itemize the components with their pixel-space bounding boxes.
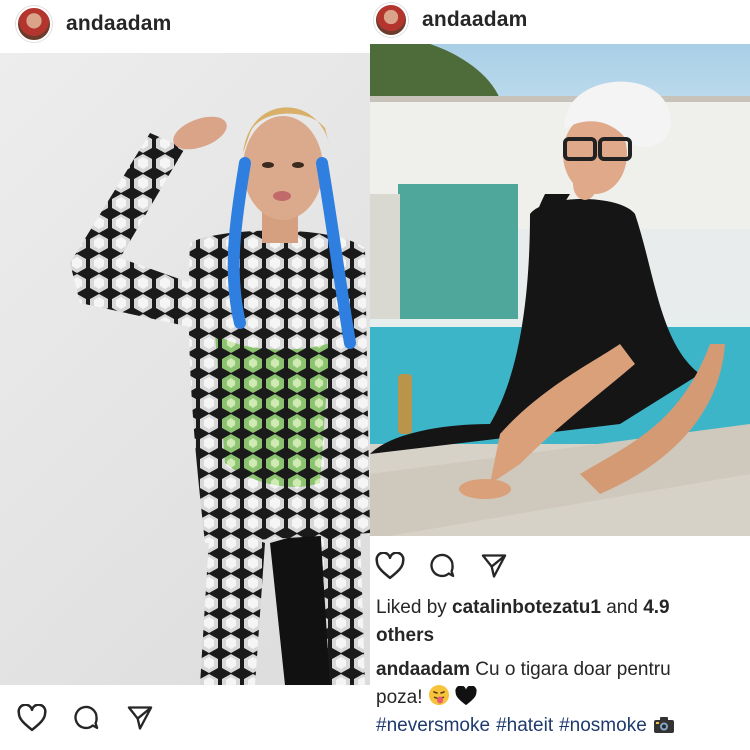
heart-outline-icon[interactable]: [16, 702, 48, 734]
username[interactable]: andaadam: [422, 8, 527, 32]
likes-suffix[interactable]: others: [376, 625, 434, 646]
avatar[interactable]: [374, 3, 408, 37]
comment-icon[interactable]: [70, 702, 102, 734]
post-caption: andaadam Cu o tigara doar pentru poza!: [376, 656, 750, 715]
likes-prefix: Liked by: [376, 597, 453, 618]
hashtags: #neversmoke #hateit #nosmoke: [376, 715, 750, 740]
post-photo[interactable]: [0, 53, 370, 685]
hashtag-link[interactable]: #hateit: [496, 715, 553, 736]
tongue-out-emoji-icon: [428, 684, 450, 715]
share-paper-plane-icon[interactable]: [124, 702, 156, 734]
caption-text-line1: Cu o tigara doar pentru: [469, 659, 671, 680]
username[interactable]: andaadam: [66, 12, 171, 36]
likes-middle: and: [600, 597, 644, 618]
photo-illustration-sequin-bodysuit: [70, 107, 370, 685]
black-heart-emoji-icon: [455, 685, 477, 715]
likes-count[interactable]: 4.9: [643, 597, 669, 618]
share-paper-plane-icon[interactable]: [478, 550, 510, 582]
photo-illustration-poolside: [370, 44, 750, 536]
avatar[interactable]: [16, 6, 52, 42]
comment-icon[interactable]: [426, 550, 458, 582]
post-photo[interactable]: [370, 44, 750, 536]
post-header: andaadam: [370, 0, 750, 40]
left-post: andaadam: [0, 0, 370, 750]
hashtag-link[interactable]: #nosmoke: [559, 715, 647, 736]
post-actions: [374, 548, 510, 584]
caption-username[interactable]: andaadam: [376, 659, 470, 680]
likes-summary[interactable]: Liked by catalinbotezatu1 and 4.9 others: [376, 594, 750, 650]
camera-emoji-icon: [653, 716, 675, 740]
caption-line2: poza!: [376, 684, 750, 715]
liked-by-user[interactable]: catalinbotezatu1: [452, 597, 601, 618]
post-header: andaadam: [0, 0, 370, 48]
right-post: andaadam Liked by catalinbotezatu1 and 4…: [370, 0, 750, 750]
post-actions: [16, 700, 156, 736]
heart-outline-icon[interactable]: [374, 550, 406, 582]
caption-text-line2: poza!: [376, 687, 428, 708]
hashtag-link[interactable]: #neversmoke: [376, 715, 490, 736]
